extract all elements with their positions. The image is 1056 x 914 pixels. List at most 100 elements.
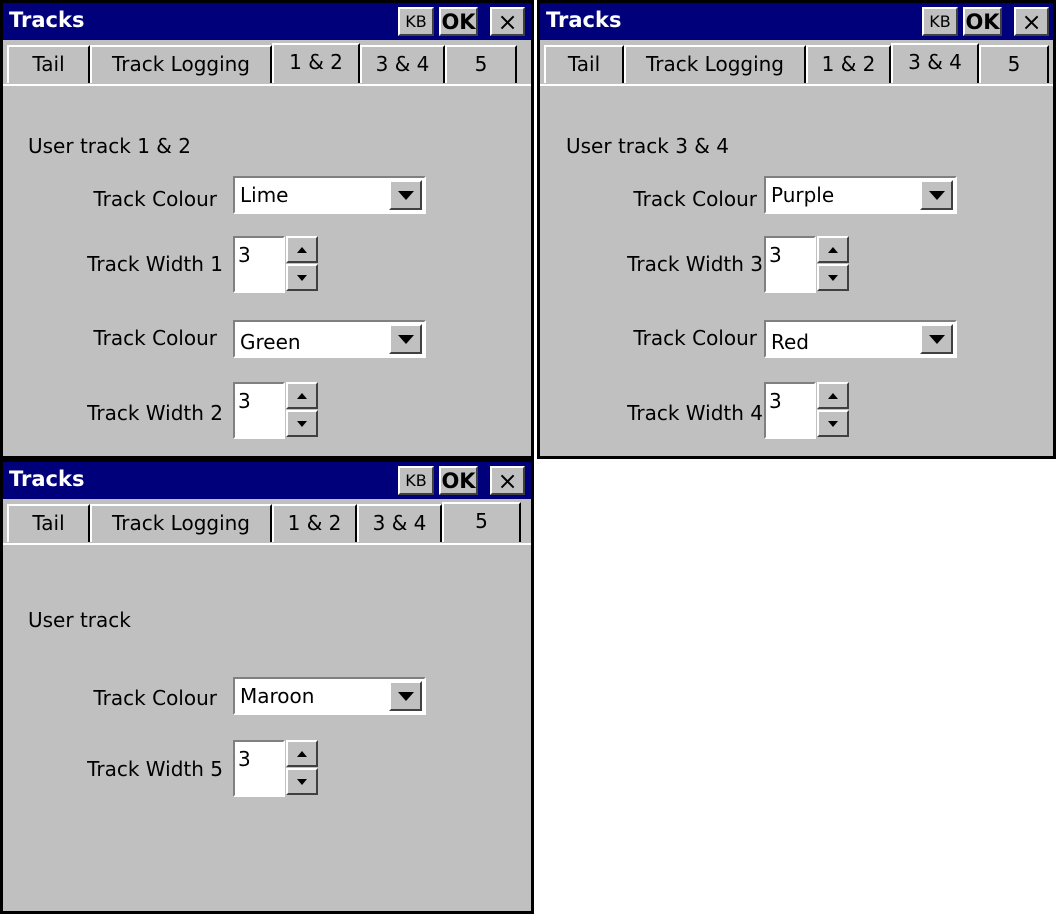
tab-3-4[interactable]: 3 & 4 [891, 43, 979, 83]
keyboard-button[interactable]: KB [398, 7, 434, 36]
track-width-input[interactable]: 3 [764, 236, 816, 293]
width-value: 3 [238, 747, 251, 771]
tab-track-logging[interactable]: Track Logging [90, 504, 272, 542]
width-stepper [286, 382, 318, 439]
increment-button[interactable] [286, 236, 318, 263]
track-width-input[interactable]: 3 [233, 236, 285, 293]
selected-colour: Red [771, 330, 809, 354]
title-bar: Tracks KB OK × [3, 462, 531, 499]
dialog-title: Tracks [9, 8, 85, 32]
track-colour-label: Track Colour [93, 686, 217, 710]
increment-button[interactable] [286, 740, 318, 767]
width-stepper [817, 382, 849, 439]
tab-strip: Tail Track Logging 1 & 2 3 & 4 5 [540, 40, 1053, 84]
tab-5[interactable]: 5 [442, 502, 521, 542]
chevron-down-icon [397, 691, 414, 701]
track-colour-label: Track Colour [93, 187, 217, 211]
tab-strip: Tail Track Logging 1 & 2 3 & 4 5 [3, 499, 531, 543]
selected-colour: Green [240, 330, 301, 354]
chevron-down-icon [397, 334, 414, 344]
track-colour-select[interactable]: Lime [233, 176, 426, 214]
close-button[interactable]: × [1014, 7, 1049, 36]
track-colour-select[interactable]: Green [233, 320, 426, 358]
tab-content: User track Track Colour Maroon Track Wid… [3, 545, 531, 911]
tab-1-2[interactable]: 1 & 2 [272, 43, 360, 83]
increment-button[interactable] [286, 382, 318, 409]
arrow-up-icon [297, 246, 307, 253]
tab-track-logging[interactable]: Track Logging [624, 45, 806, 83]
decrement-button[interactable] [817, 410, 849, 437]
keyboard-button[interactable]: KB [398, 466, 434, 495]
tab-3-4[interactable]: 3 & 4 [357, 504, 442, 542]
dialog-title: Tracks [9, 467, 85, 491]
track-colour-select[interactable]: Red [764, 320, 957, 358]
arrow-up-icon [828, 246, 838, 253]
tab-tail[interactable]: Tail [544, 45, 624, 83]
title-bar: Tracks KB OK × [3, 3, 531, 40]
width-value: 3 [769, 389, 782, 413]
track-width-input[interactable]: 3 [764, 382, 816, 439]
arrow-down-icon [828, 274, 838, 281]
section-heading: User track [28, 608, 131, 632]
decrement-button[interactable] [286, 410, 318, 437]
tab-strip: Tail Track Logging 1 & 2 3 & 4 5 [3, 40, 531, 84]
width-value: 3 [238, 389, 251, 413]
dropdown-button[interactable] [389, 180, 422, 210]
ok-button[interactable]: OK [439, 7, 478, 36]
decrement-button[interactable] [817, 264, 849, 291]
track-width-input[interactable]: 3 [233, 740, 285, 797]
tab-tail[interactable]: Tail [7, 504, 90, 542]
title-bar: Tracks KB OK × [540, 3, 1053, 40]
width-value: 3 [238, 243, 251, 267]
ok-button[interactable]: OK [439, 466, 478, 495]
section-heading: User track 3 & 4 [566, 134, 729, 158]
close-button[interactable]: × [490, 7, 525, 36]
tab-tail[interactable]: Tail [7, 45, 90, 83]
track-width-label: Track Width 1 [87, 252, 223, 276]
dropdown-button[interactable] [920, 180, 953, 210]
dropdown-button[interactable] [389, 324, 422, 354]
width-stepper [817, 236, 849, 293]
tracks-dialog-3-4: Tracks KB OK × Tail Track Logging 1 & 2 … [537, 0, 1056, 459]
arrow-up-icon [828, 392, 838, 399]
track-width-input[interactable]: 3 [233, 382, 285, 439]
track-colour-label: Track Colour [93, 326, 217, 350]
decrement-button[interactable] [286, 768, 318, 795]
dialog-body: Tracks KB OK × Tail Track Logging 1 & 2 … [540, 3, 1053, 456]
tab-track-logging[interactable]: Track Logging [90, 45, 272, 83]
arrow-up-icon [297, 392, 307, 399]
ok-button[interactable]: OK [963, 7, 1002, 36]
increment-button[interactable] [817, 236, 849, 263]
arrow-down-icon [297, 420, 307, 427]
arrow-down-icon [297, 274, 307, 281]
tracks-dialog-5: Tracks KB OK × Tail Track Logging 1 & 2 … [0, 459, 534, 914]
keyboard-button[interactable]: KB [922, 7, 958, 36]
tab-5[interactable]: 5 [979, 45, 1049, 83]
width-value: 3 [769, 243, 782, 267]
selected-colour: Lime [240, 183, 289, 207]
selected-colour: Purple [771, 183, 835, 207]
tab-content: User track 3 & 4 Track Colour Purple Tra… [540, 86, 1053, 456]
increment-button[interactable] [817, 382, 849, 409]
track-colour-label: Track Colour [633, 187, 757, 211]
dropdown-button[interactable] [920, 324, 953, 354]
decrement-button[interactable] [286, 264, 318, 291]
track-width-label: Track Width 5 [87, 757, 223, 781]
track-width-label: Track Width 3 [627, 252, 763, 276]
tab-1-2[interactable]: 1 & 2 [806, 45, 891, 83]
dropdown-button[interactable] [389, 681, 422, 711]
arrow-up-icon [297, 750, 307, 757]
tracks-dialog-1-2: Tracks KB OK × Tail Track Logging 1 & 2 … [0, 0, 534, 459]
track-colour-select[interactable]: Maroon [233, 677, 426, 715]
section-heading: User track 1 & 2 [28, 134, 191, 158]
track-colour-label: Track Colour [633, 326, 757, 350]
tab-content: User track 1 & 2 Track Colour Lime Track… [3, 86, 531, 456]
dialog-body: Tracks KB OK × Tail Track Logging 1 & 2 … [3, 462, 531, 911]
tab-3-4[interactable]: 3 & 4 [360, 45, 445, 83]
selected-colour: Maroon [240, 684, 315, 708]
tab-1-2[interactable]: 1 & 2 [272, 504, 357, 542]
close-button[interactable]: × [490, 466, 525, 495]
arrow-down-icon [828, 420, 838, 427]
track-colour-select[interactable]: Purple [764, 176, 957, 214]
tab-5[interactable]: 5 [445, 45, 517, 83]
